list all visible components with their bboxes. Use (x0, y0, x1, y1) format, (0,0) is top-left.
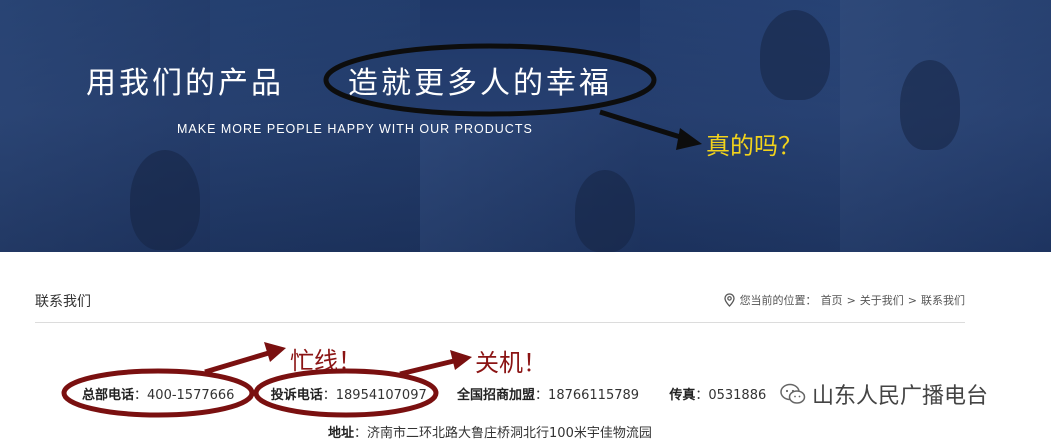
breadcrumb-home[interactable]: 首页 (821, 292, 843, 308)
breadcrumb: 您当前的位置： 首页 > 关于我们 > 联系我们 (723, 292, 965, 308)
location-pin-icon (723, 293, 735, 307)
hq-phone-label: 总部电话 (82, 388, 135, 403)
franchise-phone-value: 18766115789 (548, 388, 640, 403)
busy-arrow-head (264, 342, 286, 362)
banner-person-silhouette (130, 150, 200, 250)
page-title: 联系我们 (35, 294, 91, 310)
hq-phone-value: 400-1577666 (147, 388, 235, 403)
fax-value: 0531886 (708, 388, 767, 403)
breadcrumb-contact[interactable]: 联系我们 (921, 292, 965, 308)
watermark-text: 山东人民广播电台 (812, 384, 989, 409)
annotation-off: 关机！ (475, 349, 547, 377)
banner-slogan-left: 用我们的产品 (86, 66, 284, 101)
watermark: 山东人民广播电台 (776, 378, 993, 410)
breadcrumb-about[interactable]: 关于我们 (860, 292, 904, 308)
banner-slogan-right: 造就更多人的幸福 (348, 66, 612, 101)
complaint-phone-label: 投诉电话 (270, 388, 323, 403)
off-arrow-line (399, 357, 459, 377)
banner-person-silhouette (900, 60, 960, 150)
breadcrumb-separator: > (846, 293, 856, 307)
hero-banner: 用我们的产品 造就更多人的幸福 MAKE MORE PEOPLE HAPPY W… (0, 0, 1051, 252)
breadcrumb-prefix: 您当前的位置： (739, 294, 817, 307)
banner-slogan-english: MAKE MORE PEOPLE HAPPY WITH OUR PRODUCTS (177, 122, 533, 136)
wechat-icon (780, 383, 806, 404)
address-value: 济南市二环北路大鲁庄桥洞北行100米宇佳物流园 (367, 426, 652, 441)
contact-info-row: 总部电话：400-1577666 投诉电话：18954107097 全国招商加盟… (82, 388, 767, 403)
fax-label: 传真 (669, 388, 696, 403)
address-row: 地址：济南市二环北路大鲁庄桥洞北行100米宇佳物流园 (328, 426, 652, 441)
franchise-phone-label: 全国招商加盟 (457, 388, 536, 403)
annotation-busy: 忙线！ (290, 347, 362, 375)
banner-person-silhouette (760, 10, 830, 100)
banner-person-silhouette (575, 170, 635, 252)
complaint-phone-value: 18954107097 (335, 388, 427, 403)
annotation-really: 真的吗？ (706, 132, 802, 160)
busy-arrow-line (204, 349, 273, 375)
breadcrumb-separator: > (907, 293, 917, 307)
address-label: 地址 (328, 426, 355, 441)
off-arrow-head (450, 350, 472, 370)
section-divider (35, 322, 965, 323)
